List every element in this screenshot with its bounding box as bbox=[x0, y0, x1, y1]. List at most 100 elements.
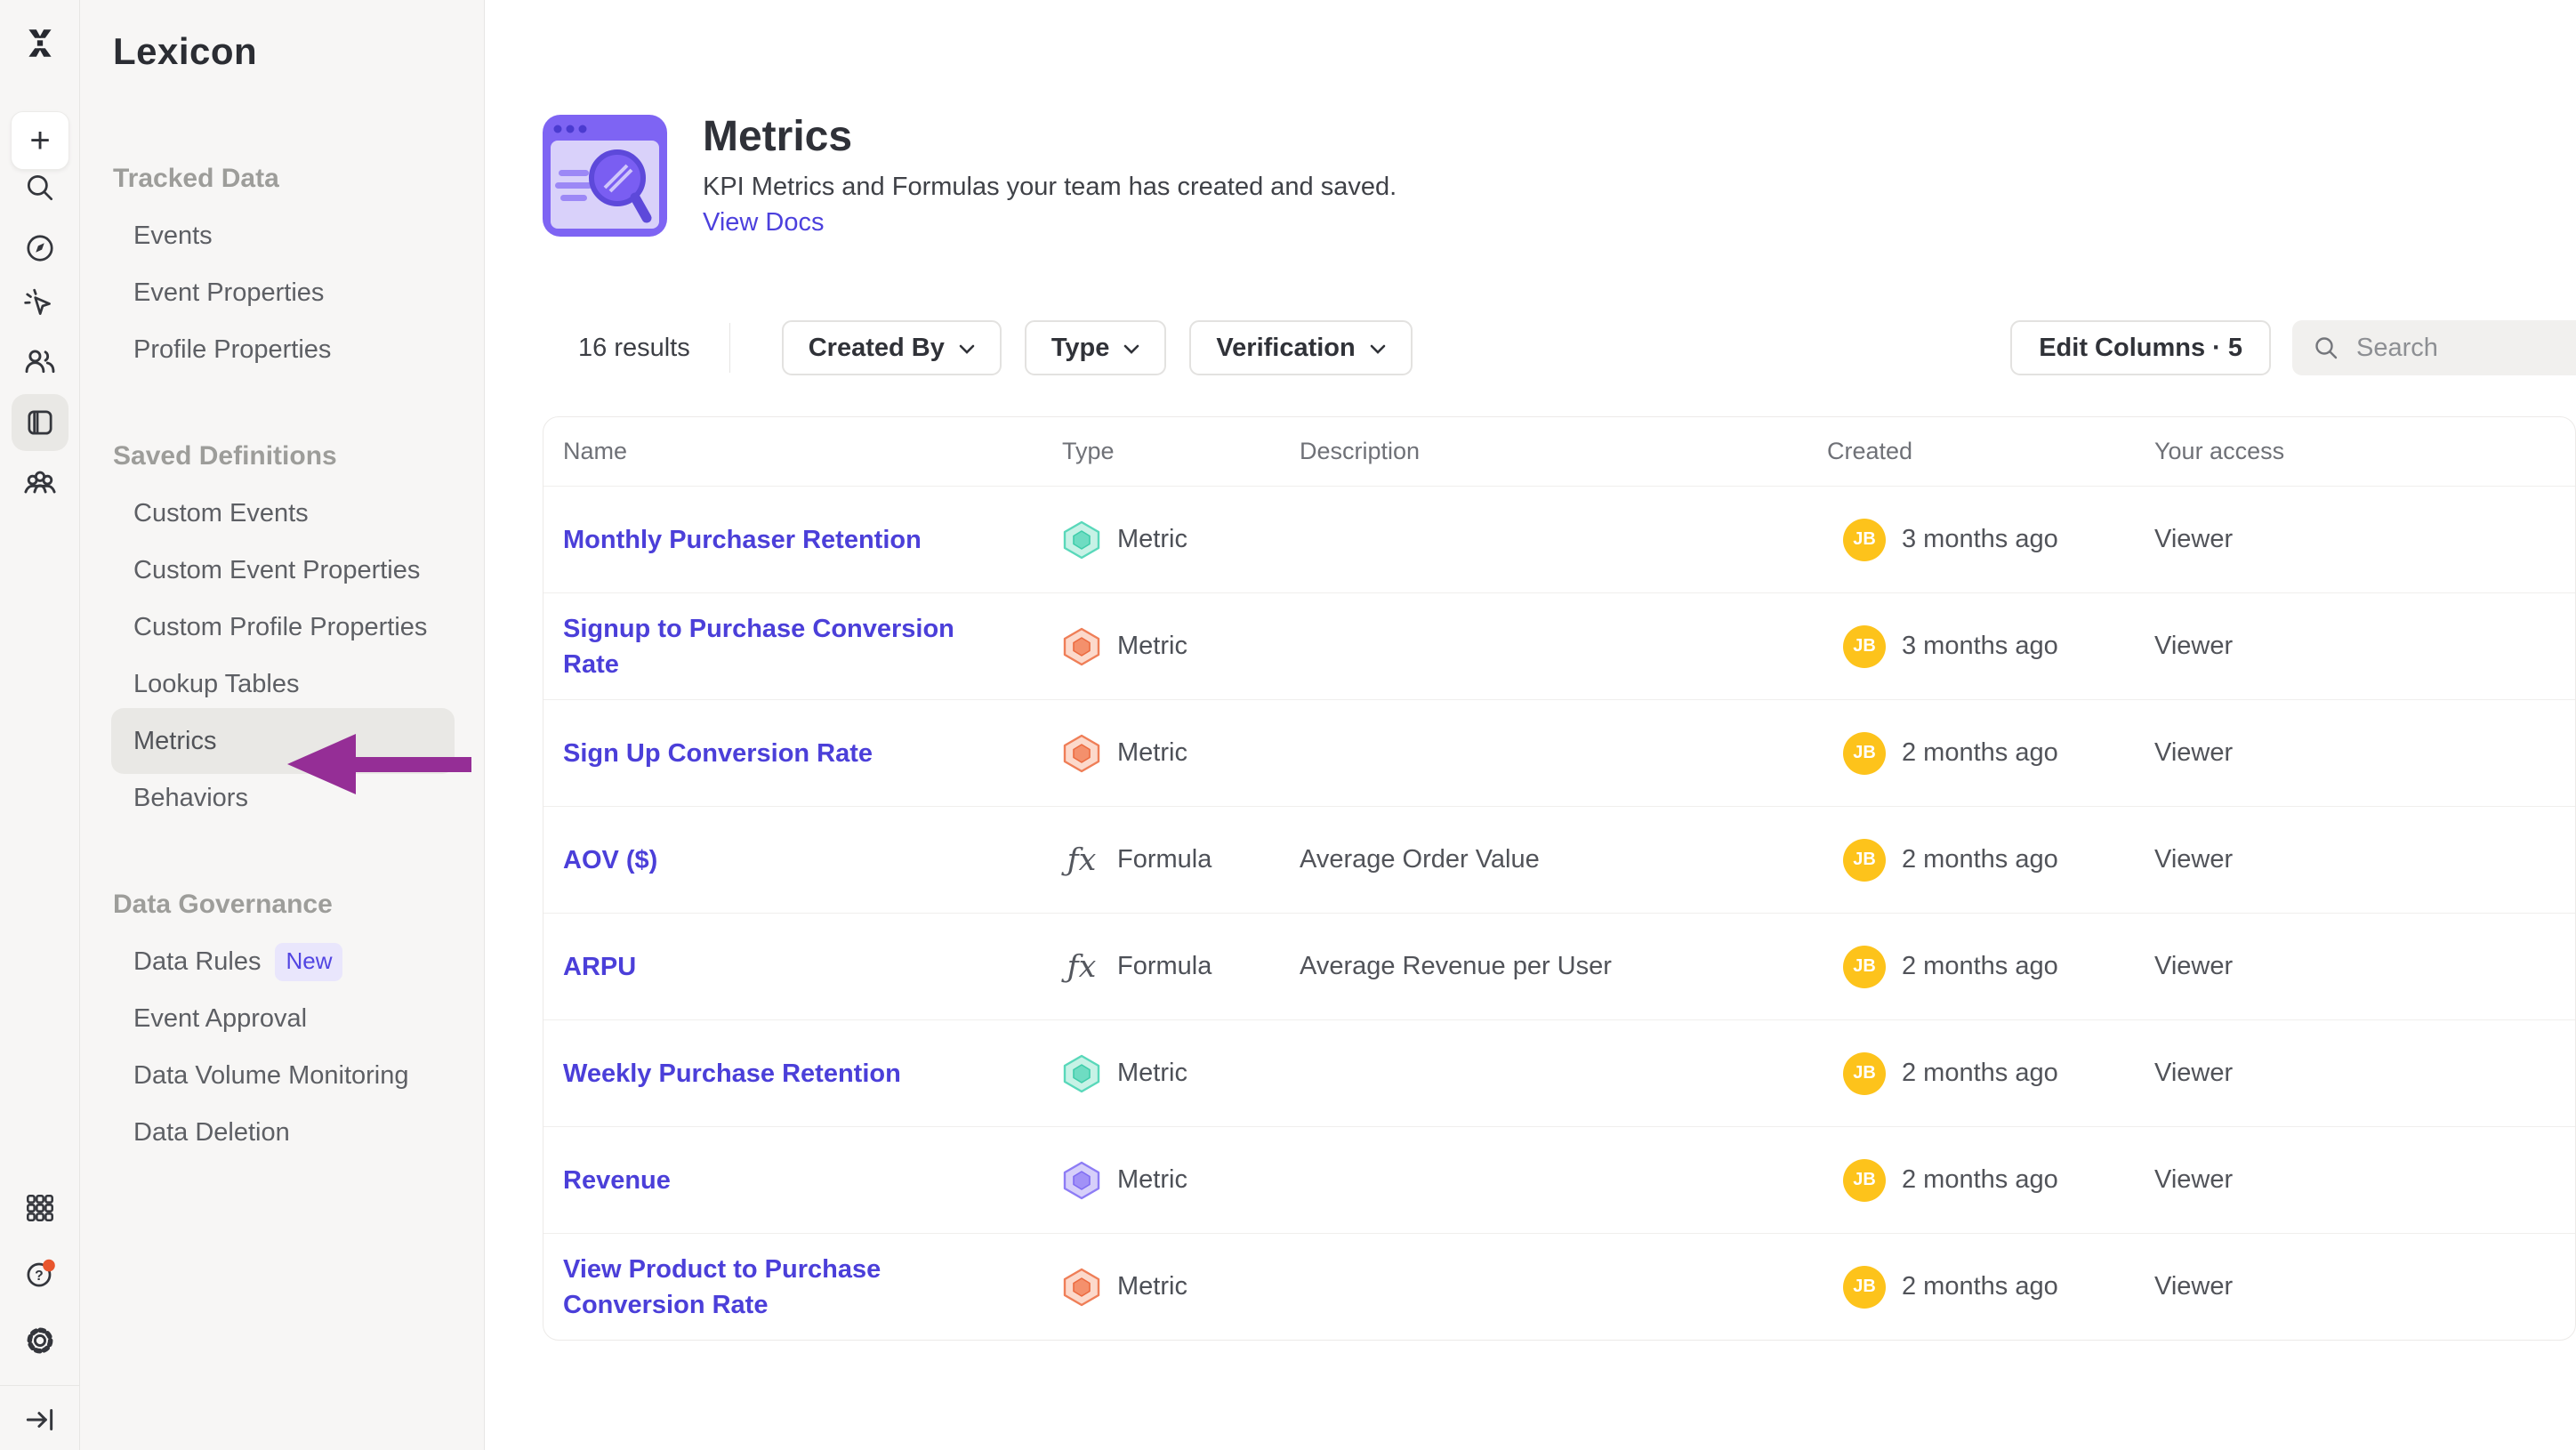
formula-fx-icon: ƒx bbox=[1062, 949, 1101, 985]
cell-access: Viewer bbox=[2154, 525, 2575, 554]
created-ago: 3 months ago bbox=[1902, 632, 2058, 661]
sidebar-item-label: Event Properties bbox=[133, 278, 324, 308]
table-row[interactable]: ARPU ƒx Formula Average Revenue per User… bbox=[543, 913, 2575, 1019]
cursor-click-icon[interactable] bbox=[23, 287, 57, 321]
filter-created-by[interactable]: Created By bbox=[782, 320, 1002, 375]
cell-created: JB 2 months ago bbox=[1827, 839, 2154, 882]
table-row[interactable]: AOV ($) ƒx Formula Average Order Value J… bbox=[543, 806, 2575, 913]
avatar: JB bbox=[1843, 625, 1886, 668]
avatar: JB bbox=[1843, 839, 1886, 882]
cell-type: Metric bbox=[1062, 1268, 1300, 1307]
cell-type: Metric bbox=[1062, 627, 1300, 666]
metric-hexagon-icon bbox=[1062, 627, 1101, 666]
compass-icon[interactable] bbox=[23, 231, 57, 265]
users-icon[interactable] bbox=[22, 343, 58, 379]
sidebar-item-metrics[interactable]: Metrics bbox=[111, 708, 455, 774]
sidebar-nav: Tracked DataEventsEvent PropertiesProfil… bbox=[80, 150, 484, 1161]
sidebar-item-label: Custom Profile Properties bbox=[133, 613, 427, 642]
mixpanel-logo-icon[interactable] bbox=[21, 25, 59, 62]
col-header-type: Type bbox=[1062, 438, 1300, 465]
cell-access: Viewer bbox=[2154, 1272, 2575, 1301]
sidebar-item-data-volume-monitoring[interactable]: Data Volume Monitoring bbox=[80, 1047, 484, 1104]
table-row[interactable]: View Product to Purchase Conversion Rate… bbox=[543, 1233, 2575, 1340]
type-label: Formula bbox=[1117, 845, 1212, 874]
sidebar-item-custom-events[interactable]: Custom Events bbox=[80, 485, 484, 542]
sidebar-item-event-properties[interactable]: Event Properties bbox=[80, 264, 484, 321]
settings-gear-icon[interactable] bbox=[22, 1323, 58, 1358]
metric-hexagon-icon bbox=[1062, 1268, 1101, 1307]
edit-columns-button[interactable]: Edit Columns · 5 bbox=[2010, 320, 2271, 375]
collapse-sidebar-icon[interactable] bbox=[23, 1403, 57, 1437]
section-heading-data-governance: Data Governance bbox=[80, 876, 484, 933]
cell-access: Viewer bbox=[2154, 1059, 2575, 1088]
created-ago: 2 months ago bbox=[1902, 952, 2058, 981]
sidebar-title: Lexicon bbox=[113, 30, 257, 73]
type-label: Metric bbox=[1117, 525, 1187, 554]
type-label: Metric bbox=[1117, 1165, 1187, 1195]
results-count: 16 results bbox=[578, 334, 690, 363]
cell-created: JB 3 months ago bbox=[1827, 625, 2154, 668]
cell-description: Average Order Value bbox=[1300, 845, 1827, 874]
metric-hexagon-icon bbox=[1062, 734, 1101, 773]
metric-name-link[interactable]: AOV ($) bbox=[563, 846, 657, 874]
created-ago: 2 months ago bbox=[1902, 845, 2058, 874]
table-row[interactable]: Sign Up Conversion Rate Metric JB 2 mont… bbox=[543, 699, 2575, 806]
filter-verification[interactable]: Verification bbox=[1189, 320, 1412, 375]
view-docs-link[interactable]: View Docs bbox=[703, 208, 824, 238]
table-row[interactable]: Monthly Purchaser Retention Metric JB 3 … bbox=[543, 486, 2575, 592]
sidebar-item-events[interactable]: Events bbox=[80, 207, 484, 264]
metric-name-link[interactable]: Monthly Purchaser Retention bbox=[563, 526, 922, 554]
metric-name-link[interactable]: View Product to Purchase Conversion Rate bbox=[563, 1255, 881, 1319]
sidebar-item-data-rules[interactable]: Data RulesNew bbox=[80, 933, 484, 990]
svg-text:?: ? bbox=[35, 1269, 44, 1284]
cell-type: Metric bbox=[1062, 1054, 1300, 1093]
sidebar-item-data-deletion[interactable]: Data Deletion bbox=[80, 1104, 484, 1161]
sidebar-item-custom-event-properties[interactable]: Custom Event Properties bbox=[80, 542, 484, 599]
cell-created: JB 2 months ago bbox=[1827, 1052, 2154, 1095]
create-new-button[interactable]: + bbox=[11, 111, 69, 170]
toolbar: 16 results Created By Type Verification … bbox=[543, 320, 2576, 375]
chevron-down-icon bbox=[1123, 344, 1139, 355]
cell-access: Viewer bbox=[2154, 738, 2575, 768]
apps-grid-icon[interactable] bbox=[23, 1191, 57, 1225]
rail-divider bbox=[0, 1385, 80, 1386]
col-header-access: Your access bbox=[2154, 438, 2575, 465]
help-icon[interactable]: ? bbox=[21, 1255, 59, 1293]
col-header-description: Description bbox=[1300, 438, 1827, 465]
sidebar-item-profile-properties[interactable]: Profile Properties bbox=[80, 321, 484, 378]
sidebar-item-custom-profile-properties[interactable]: Custom Profile Properties bbox=[80, 599, 484, 656]
sidebar-item-label: Profile Properties bbox=[133, 335, 331, 365]
sidebar-item-lookup-tables[interactable]: Lookup Tables bbox=[80, 656, 484, 713]
metric-hexagon-icon bbox=[1062, 520, 1101, 560]
metric-name-link[interactable]: Revenue bbox=[563, 1166, 671, 1195]
lexicon-icon[interactable] bbox=[12, 394, 68, 451]
cell-access: Viewer bbox=[2154, 632, 2575, 661]
metric-name-link[interactable]: ARPU bbox=[563, 953, 636, 981]
metric-name-link[interactable]: Sign Up Conversion Rate bbox=[563, 739, 873, 768]
sidebar-item-label: Metrics bbox=[133, 727, 216, 756]
metric-name-link[interactable]: Signup to Purchase Conversion Rate bbox=[563, 615, 954, 679]
table-row[interactable]: Weekly Purchase Retention Metric JB 2 mo… bbox=[543, 1019, 2575, 1126]
avatar: JB bbox=[1843, 1266, 1886, 1309]
sidebar-item-label: Behaviors bbox=[133, 784, 248, 813]
page-title: Metrics bbox=[703, 112, 852, 161]
icon-rail: + bbox=[0, 0, 80, 1450]
page-description: KPI Metrics and Formulas your team has c… bbox=[703, 173, 1397, 202]
search-input[interactable] bbox=[2356, 334, 2552, 363]
team-icon[interactable] bbox=[22, 465, 58, 501]
metric-name-link[interactable]: Weekly Purchase Retention bbox=[563, 1059, 901, 1088]
search-box[interactable] bbox=[2292, 320, 2576, 375]
sidebar-item-label: Data Deletion bbox=[133, 1118, 290, 1148]
sidebar-item-event-approval[interactable]: Event Approval bbox=[80, 990, 484, 1047]
cell-name: Weekly Purchase Retention bbox=[543, 1056, 1062, 1092]
table-row[interactable]: Revenue Metric JB 2 months ago Viewer bbox=[543, 1126, 2575, 1233]
cell-type: ƒx Formula bbox=[1062, 842, 1300, 878]
formula-fx-icon: ƒx bbox=[1062, 842, 1101, 878]
search-icon[interactable] bbox=[23, 171, 57, 205]
cell-name: Sign Up Conversion Rate bbox=[543, 736, 1062, 771]
cell-type: Metric bbox=[1062, 1161, 1300, 1200]
filter-type[interactable]: Type bbox=[1025, 320, 1167, 375]
sidebar-item-behaviors[interactable]: Behaviors bbox=[80, 769, 484, 826]
table-row[interactable]: Signup to Purchase Conversion Rate Metri… bbox=[543, 592, 2575, 699]
cell-name: Monthly Purchaser Retention bbox=[543, 522, 1062, 558]
